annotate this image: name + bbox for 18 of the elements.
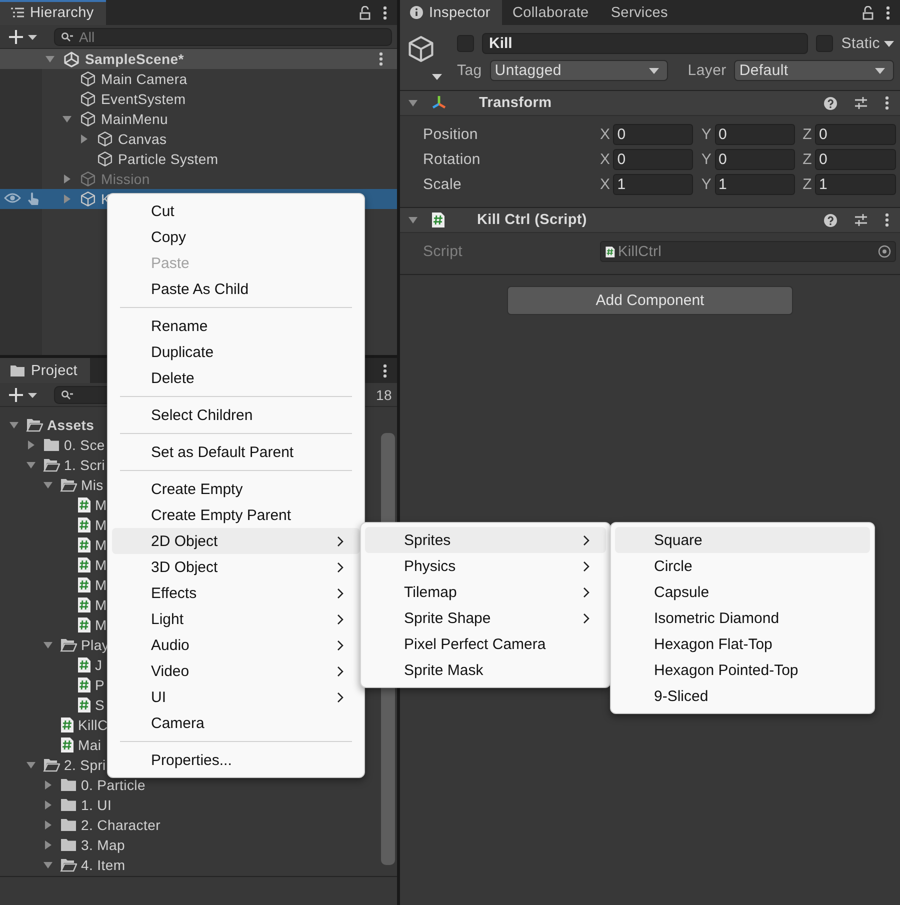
property-label: Rotation bbox=[422, 151, 482, 168]
component-title: Kill Ctrl (Script) bbox=[477, 212, 587, 228]
property-label: Script bbox=[422, 243, 464, 260]
tag-label: Tag bbox=[457, 62, 482, 79]
axis-label: X bbox=[600, 126, 610, 143]
hidden-count: 18 bbox=[376, 386, 392, 402]
axis-label: X bbox=[600, 176, 610, 193]
axis-label: Z bbox=[802, 176, 812, 193]
property-label: Scale bbox=[422, 176, 463, 193]
axis-label: Z bbox=[802, 151, 812, 168]
axis-label: Z bbox=[802, 126, 812, 143]
layer-label: Layer bbox=[688, 62, 726, 79]
axis-label: Y bbox=[701, 151, 712, 168]
axis-label: Y bbox=[701, 176, 712, 193]
axis-label: X bbox=[600, 151, 610, 168]
axis-label: Y bbox=[701, 126, 712, 143]
component-title: Transform bbox=[479, 95, 552, 111]
property-label: Position bbox=[422, 126, 479, 143]
